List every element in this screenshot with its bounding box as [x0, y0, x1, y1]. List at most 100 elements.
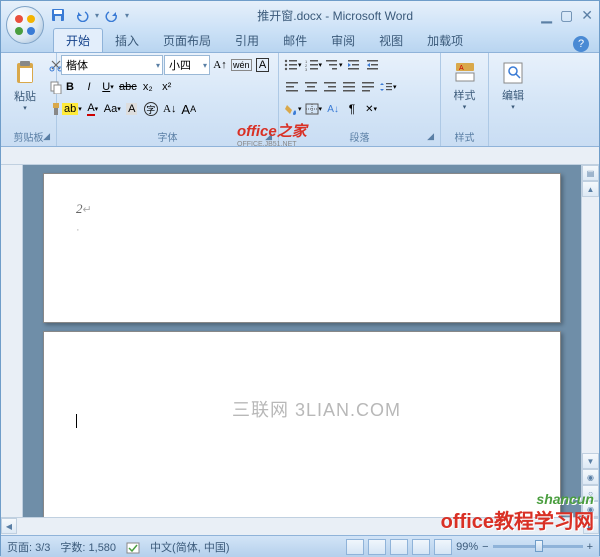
view-web[interactable]	[390, 539, 408, 555]
align-left-icon	[285, 81, 299, 93]
horizontal-ruler[interactable]	[1, 147, 599, 165]
editing-button[interactable]: 编辑 ▾	[493, 55, 533, 117]
enclose-char-button[interactable]: 字	[142, 99, 160, 119]
scroll-down[interactable]: ▼	[582, 453, 599, 469]
zoom-percent[interactable]: 99%	[456, 541, 478, 553]
vertical-scrollbar[interactable]: ▤ ▲ ▼ ◉ ○ ◉	[581, 165, 599, 517]
line-spacing-icon	[379, 81, 393, 93]
outdent-icon	[347, 59, 361, 71]
scroll-thumb[interactable]	[583, 198, 598, 452]
zoom-thumb[interactable]	[535, 540, 543, 552]
tab-references[interactable]: 引用	[223, 29, 271, 52]
page-indicator[interactable]: 页面: 3/3	[7, 539, 50, 555]
maximize-button[interactable]: ▢	[560, 7, 573, 24]
underline-button[interactable]: U▾	[99, 77, 117, 97]
italic-button[interactable]: I	[80, 77, 98, 97]
font-color-button[interactable]: A▾	[84, 99, 102, 119]
proofing-icon[interactable]	[126, 540, 140, 554]
indent-decrease-button[interactable]	[345, 55, 363, 75]
undo-button[interactable]	[71, 4, 93, 26]
distribute-button[interactable]	[359, 77, 377, 97]
shading-button[interactable]: ▾	[283, 99, 303, 119]
zoom-in[interactable]: +	[587, 541, 593, 553]
bold-button[interactable]: B	[61, 77, 79, 97]
watermark-corner: shancun	[536, 491, 594, 507]
align-right-button[interactable]	[321, 77, 339, 97]
view-outline[interactable]	[412, 539, 430, 555]
tab-home[interactable]: 开始	[53, 28, 103, 52]
multilevel-button[interactable]: ▾	[324, 55, 344, 75]
pages-container[interactable]: 2↵ · 三联网 3LIAN.COM officejiayuan.com	[23, 165, 581, 517]
view-full-screen[interactable]	[368, 539, 386, 555]
prev-page[interactable]: ◉	[582, 469, 599, 485]
align-left-button[interactable]	[283, 77, 301, 97]
bullets-button[interactable]: ▾	[283, 55, 303, 75]
align-right-icon	[323, 81, 337, 93]
help-button[interactable]: ?	[573, 36, 589, 52]
grow-font-button[interactable]: A↑	[211, 55, 229, 75]
font-size-combo[interactable]: 小四▾	[164, 55, 210, 75]
minimize-button[interactable]: ▁	[541, 7, 552, 24]
undo-dropdown[interactable]: ▾	[95, 11, 99, 20]
clipboard-label: 剪贴板◢	[5, 129, 52, 144]
asian-layout-button[interactable]: ✕▾	[362, 99, 380, 119]
tab-insert[interactable]: 插入	[103, 29, 151, 52]
indent-icon	[366, 59, 380, 71]
paste-button[interactable]: 粘贴 ▾	[5, 55, 45, 117]
ribbon: 粘贴 ▾ 剪贴板◢ 楷体▾ 小四▾ A↑ wén	[1, 53, 599, 147]
tab-review[interactable]: 审阅	[319, 29, 367, 52]
scroll-up[interactable]: ▲	[582, 181, 599, 197]
align-justify-button[interactable]	[340, 77, 358, 97]
highlight-button[interactable]: ab▾	[61, 99, 83, 119]
multilevel-icon	[325, 59, 339, 71]
zoom-out[interactable]: −	[482, 541, 488, 553]
page-2-bottom[interactable]: 2↵ ·	[43, 173, 561, 323]
office-button[interactable]	[6, 6, 44, 44]
shrink-font-button[interactable]: A↓	[161, 99, 179, 119]
char-border-button[interactable]: A	[254, 55, 272, 75]
tab-mailings[interactable]: 邮件	[271, 29, 319, 52]
close-button[interactable]: ✕	[581, 7, 593, 24]
change-case-button[interactable]: Aa▾	[103, 99, 122, 119]
vertical-ruler[interactable]	[1, 165, 23, 517]
word-count[interactable]: 字数: 1,580	[60, 539, 116, 555]
ruler-toggle[interactable]: ▤	[582, 165, 599, 181]
view-print-layout[interactable]	[346, 539, 364, 555]
tab-addins[interactable]: 加载项	[415, 29, 475, 52]
clear-format-button[interactable]: AA	[180, 99, 198, 119]
clipboard-dialog-launcher[interactable]: ◢	[43, 131, 50, 142]
line-spacing-button[interactable]: ▾	[378, 77, 398, 97]
language-indicator[interactable]: 中文(简体, 中国)	[150, 539, 229, 555]
styles-button[interactable]: A 样式 ▾	[445, 55, 484, 117]
font-family-combo[interactable]: 楷体▾	[61, 55, 163, 75]
group-editing: 编辑 ▾	[489, 53, 537, 146]
borders-button[interactable]: ▾	[304, 99, 324, 119]
redo-button[interactable]	[101, 4, 123, 26]
sort-button[interactable]: A↓	[324, 99, 342, 119]
tab-view[interactable]: 视图	[367, 29, 415, 52]
tab-layout[interactable]: 页面布局	[151, 29, 223, 52]
char-shading-button[interactable]: A	[123, 99, 141, 119]
office-logo-icon	[13, 13, 37, 37]
zoom-slider[interactable]	[493, 545, 583, 548]
phonetic-button[interactable]: wén	[230, 55, 253, 75]
hscroll-left[interactable]: ◀	[1, 518, 17, 534]
window-controls: ▁ ▢ ✕	[541, 7, 593, 24]
show-marks-button[interactable]: ¶	[343, 99, 361, 119]
indent-increase-button[interactable]	[364, 55, 382, 75]
save-button[interactable]	[47, 4, 69, 26]
redo-icon	[105, 8, 119, 22]
strike-button[interactable]: abc	[118, 77, 138, 97]
superscript-button[interactable]: x²	[158, 77, 176, 97]
paragraph-dialog-launcher[interactable]: ◢	[427, 131, 434, 142]
status-bar: 页面: 3/3 字数: 1,580 中文(简体, 中国) 99% − +	[1, 535, 599, 557]
numbering-button[interactable]: 123▾	[304, 55, 324, 75]
align-center-button[interactable]	[302, 77, 320, 97]
view-draft[interactable]	[434, 539, 452, 555]
page-3[interactable]: 三联网 3LIAN.COM officejiayuan.com	[43, 331, 561, 517]
borders-icon	[305, 103, 319, 115]
svg-text:3: 3	[305, 67, 308, 71]
undo-icon	[75, 8, 89, 22]
group-clipboard: 粘贴 ▾ 剪贴板◢	[1, 53, 57, 146]
subscript-button[interactable]: x₂	[139, 77, 157, 97]
